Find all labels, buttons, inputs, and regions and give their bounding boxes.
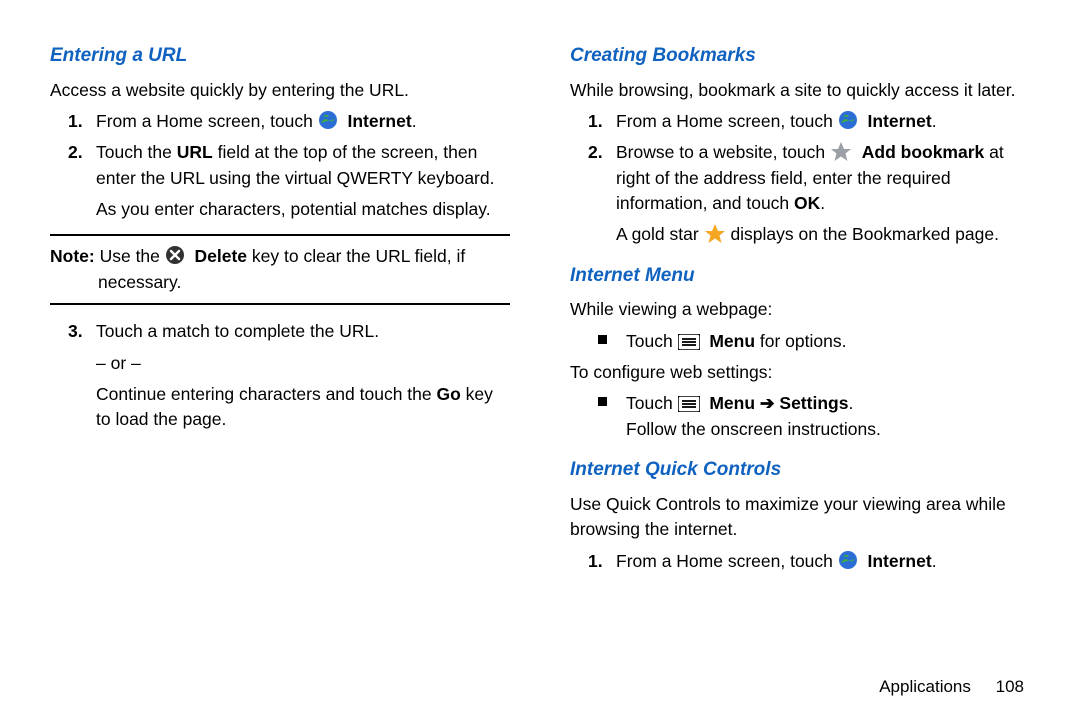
heading-entering-url: Entering a URL [50, 42, 510, 70]
ui-label: Add bookmark [862, 142, 985, 162]
step-number: 2. [68, 140, 83, 165]
step-1: 1. From a Home screen, touch Internet. [570, 549, 1030, 574]
intro-text: To configure web settings: [570, 360, 1030, 385]
ui-label: Delete [195, 246, 248, 266]
ui-label: URL [177, 142, 213, 162]
step-text: From a Home screen, touch [616, 111, 838, 131]
page-number: 108 [996, 677, 1024, 696]
step-2: 2. Browse to a website, touch Add bookma… [570, 140, 1030, 248]
ui-label: OK [794, 193, 820, 213]
app-name: Internet [868, 111, 932, 131]
step-text: Touch the [96, 142, 177, 162]
ui-label: Menu [709, 331, 755, 351]
step-text: Touch a match to complete the URL. [96, 321, 379, 341]
step-text: From a Home screen, touch [616, 551, 838, 571]
app-name: Internet [348, 111, 412, 131]
step-text: Follow the onscreen instructions. [626, 417, 1030, 442]
step-text: As you enter characters, potential match… [96, 199, 491, 219]
step-number: 1. [588, 549, 603, 574]
list-item: Touch Menu for options. [570, 329, 1030, 354]
step-number: 1. [68, 109, 83, 134]
list-item: Touch Menu ➔ Settings. Follow the onscre… [570, 391, 1030, 442]
period: . [412, 111, 417, 131]
menu-icon [678, 334, 700, 350]
note-text: Use the [95, 246, 165, 266]
step-text: A gold star [616, 224, 704, 244]
step-1: 1. From a Home screen, touch Internet. [50, 109, 510, 134]
step-3: 3. Touch a match to complete the URL. [50, 319, 510, 344]
page-footer: Applications 108 [879, 675, 1024, 700]
step-number: 2. [588, 140, 603, 165]
step-1: 1. From a Home screen, touch Internet. [570, 109, 1030, 134]
step-alt: – or – [50, 351, 510, 376]
steps-list: 1. From a Home screen, touch Internet. 2… [570, 109, 1030, 248]
intro-text: While browsing, bookmark a site to quick… [570, 78, 1030, 103]
step-text: displays on the Bookmarked page. [730, 224, 999, 244]
bullet-list: Touch Menu ➔ Settings. Follow the onscre… [570, 391, 1030, 442]
heading-quick-controls: Internet Quick Controls [570, 456, 1030, 484]
step-text: Continue entering characters and touch t… [50, 382, 510, 433]
manual-page: Entering a URL Access a website quickly … [0, 0, 1080, 720]
steps-list: 1. From a Home screen, touch Internet. [570, 549, 1030, 574]
ui-label: Go [437, 384, 461, 404]
heading-bookmarks: Creating Bookmarks [570, 42, 1030, 70]
note-label: Note: [50, 246, 95, 266]
globe-icon [838, 550, 858, 570]
bullet-list: Touch Menu for options. [570, 329, 1030, 354]
menu-icon [678, 396, 700, 412]
globe-icon [318, 110, 338, 130]
arrow-icon: ➔ [755, 393, 779, 413]
step-text: From a Home screen, touch [96, 111, 318, 131]
intro-text: While viewing a webpage: [570, 297, 1030, 322]
section-name: Applications [879, 677, 971, 696]
steps-list-cont: 3. Touch a match to complete the URL. [50, 319, 510, 344]
intro-text: Access a website quickly by entering the… [50, 78, 510, 103]
step-2: 2. Touch the URL field at the top of the… [50, 140, 510, 222]
globe-icon [838, 110, 858, 130]
intro-text: Use Quick Controls to maximize your view… [570, 492, 1030, 543]
ui-label: Menu [709, 393, 755, 413]
left-column: Entering a URL Access a website quickly … [50, 38, 510, 710]
heading-internet-menu: Internet Menu [570, 262, 1030, 290]
steps-list: 1. From a Home screen, touch Internet. 2… [50, 109, 510, 223]
step-number: 3. [68, 319, 83, 344]
step-text: Browse to a website, touch [616, 142, 830, 162]
ui-label: Settings [779, 393, 848, 413]
close-icon [165, 245, 185, 265]
star-grey-icon [830, 141, 852, 161]
note-block: Note: Use the Delete key to clear the UR… [50, 234, 510, 305]
star-gold-icon [704, 223, 726, 243]
right-column: Creating Bookmarks While browsing, bookm… [570, 38, 1030, 710]
step-number: 1. [588, 109, 603, 134]
app-name: Internet [868, 551, 932, 571]
